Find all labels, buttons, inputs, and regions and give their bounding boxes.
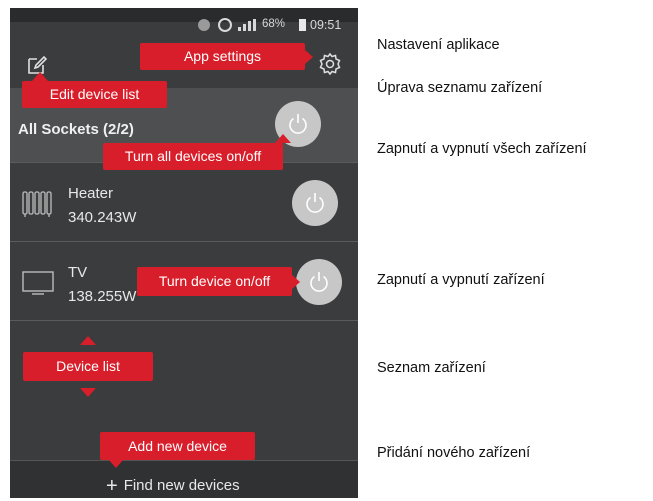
alarm-icon	[218, 18, 232, 32]
clock: 09:51	[310, 18, 342, 32]
heater-icon	[22, 189, 54, 219]
tooltip-device-list-text: Device list	[56, 358, 120, 374]
tooltip-turn-device: Turn device on/off	[137, 267, 292, 296]
tooltip-turn-all: Turn all devices on/off	[103, 143, 283, 170]
device-name: TV	[68, 264, 88, 281]
find-new-devices-button[interactable]: + Find new devices	[106, 475, 240, 498]
tv-icon	[22, 268, 54, 298]
battery-percent: 68%	[262, 18, 286, 30]
tooltip-arrow	[292, 275, 300, 289]
device-power: 340.243W	[68, 209, 137, 226]
device-name: Heater	[68, 185, 114, 202]
power-icon	[289, 114, 307, 134]
tooltip-turn-all-text: Turn all devices on/off	[124, 148, 262, 164]
caption-settings: Nastavení aplikace	[377, 37, 500, 53]
bluetooth-icon	[198, 19, 210, 31]
tooltip-edit-device-list-text: Edit device list	[49, 86, 140, 102]
power-icon	[310, 272, 328, 292]
battery-icon	[299, 19, 306, 31]
tooltip-app-settings-text: App settings	[183, 48, 262, 64]
tooltip-arrow	[80, 388, 96, 397]
tooltip-turn-device-text: Turn device on/off	[158, 273, 271, 289]
tooltip-edit-device-list: Edit device list	[22, 81, 167, 108]
caption-turn-all: Zapnutí a vypnutí všech zařízení	[377, 141, 587, 157]
tooltip-add-device-text: Add new device	[128, 438, 227, 454]
device-power-button[interactable]	[292, 180, 338, 226]
caption-edit-list: Úprava seznamu zařízení	[377, 80, 543, 96]
tooltip-add-device: Add new device	[100, 432, 255, 460]
caption-turn-device: Zapnutí a vypnutí zařízení	[377, 272, 545, 288]
tooltip-arrow	[80, 336, 96, 345]
caption-device-list: Seznam zařízení	[377, 360, 486, 376]
tooltip-arrow	[275, 134, 291, 143]
power-icon	[306, 193, 324, 213]
all-sockets-label: All Sockets (2/2)	[18, 121, 134, 138]
caption-add-device: Přidání nového zařízení	[377, 445, 531, 461]
tooltip-arrow	[305, 50, 313, 64]
tooltip-app-settings: App settings	[140, 43, 305, 70]
device-power-button[interactable]	[296, 259, 342, 305]
gear-icon[interactable]	[318, 52, 342, 76]
tooltip-arrow	[108, 459, 124, 468]
tooltip-device-list: Device list	[23, 352, 153, 381]
plus-icon: +	[106, 475, 118, 497]
device-power: 138.255W	[68, 288, 137, 305]
status-bar: 68% 09:51	[10, 14, 358, 36]
signal-icon	[238, 19, 258, 31]
tooltip-arrow	[32, 72, 48, 81]
find-new-devices-label: Find new devices	[123, 477, 240, 494]
find-devices-bar[interactable]: + Find new devices	[10, 460, 358, 498]
device-row[interactable]: Heater 340.243W	[10, 163, 358, 242]
